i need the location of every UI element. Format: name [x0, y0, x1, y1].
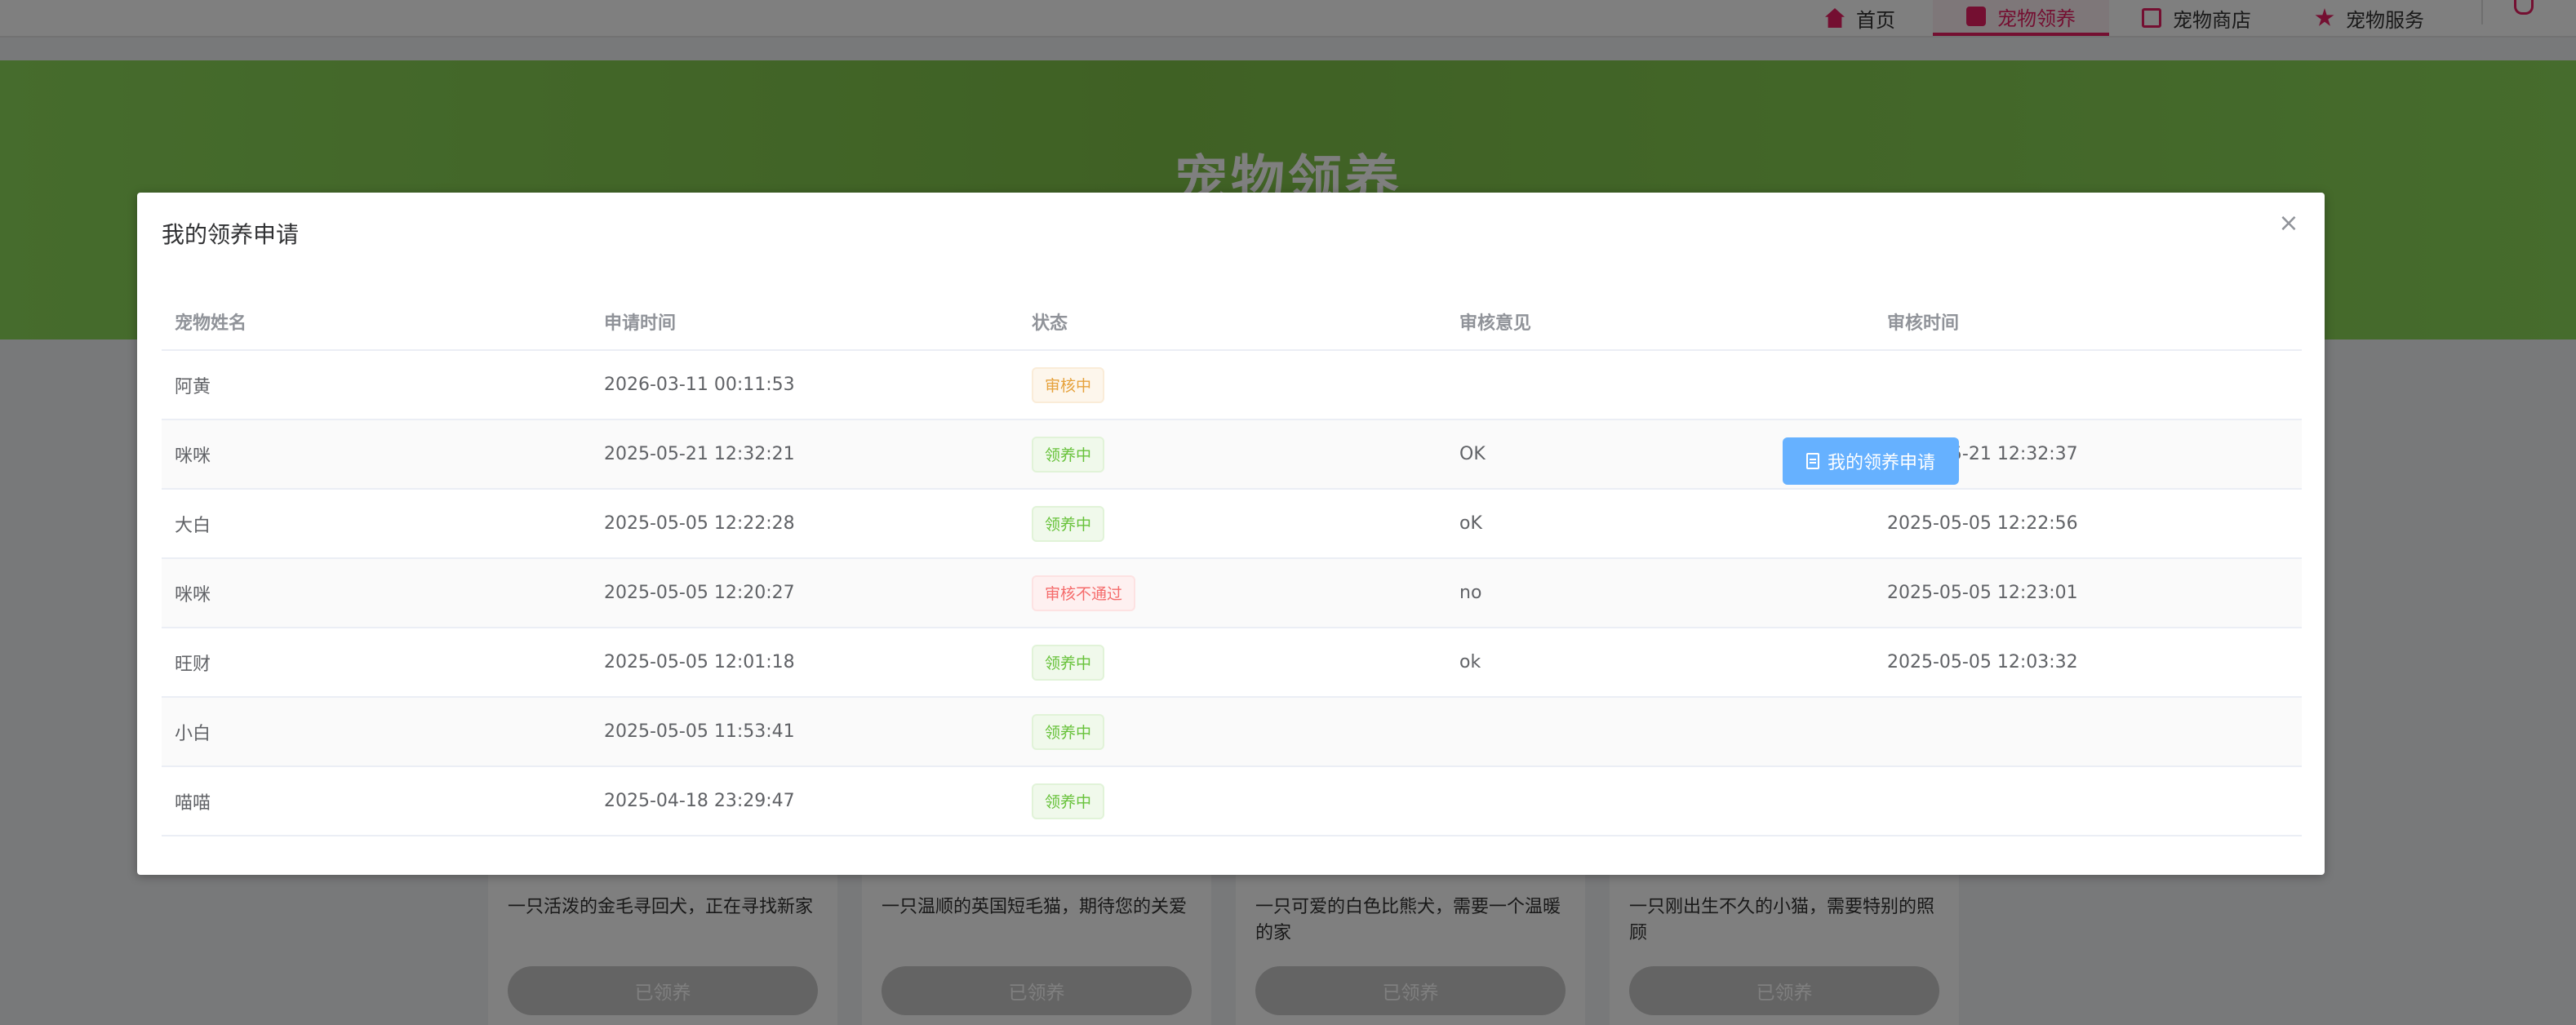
column-header-apply-time[interactable]: 申请时间: [604, 294, 676, 349]
applications-table: 宠物姓名 申请时间 状态 审核意见 审核时间 阿黄 2026-03-11 00:…: [162, 294, 2302, 836]
opinion-cell: OK: [1459, 444, 1486, 464]
close-icon[interactable]: ×: [2277, 211, 2300, 236]
apply-time-cell: 2025-05-05 12:22:28: [604, 513, 795, 534]
adoption-applications-dialog: 我的领养申请 × 宠物姓名 申请时间 状态 审核意见 审核时间 阿黄 2026-…: [137, 193, 2325, 875]
review-time-cell: 2025-05-05 12:03:32: [1887, 652, 2078, 672]
apply-time-cell: 2026-03-11 00:11:53: [604, 375, 795, 395]
table-row[interactable]: 喵喵 2025-04-18 23:29:47 领养中: [162, 767, 2302, 836]
status-badge: 审核不通过: [1032, 575, 1136, 611]
column-header-opinion[interactable]: 审核意见: [1459, 294, 1531, 349]
review-time-cell: 2025-05-05 12:22:56: [1887, 513, 2078, 534]
my-applications-button[interactable]: 我的领养申请: [1783, 437, 1959, 485]
apply-time-cell: 2025-05-21 12:32:21: [604, 444, 795, 464]
table-row[interactable]: 咪咪 2025-05-05 12:20:27 审核不通过 no 2025-05-…: [162, 559, 2302, 628]
table-row[interactable]: 咪咪 2025-05-21 12:32:21 领养中 OK 2025-05-21…: [162, 420, 2302, 490]
document-icon: [1805, 453, 1819, 469]
column-header-pet-name[interactable]: 宠物姓名: [175, 294, 246, 349]
review-time-cell: 2025-05-05 12:23:01: [1887, 583, 2078, 603]
status-badge: 领养中: [1032, 505, 1105, 542]
pet-name-cell: 咪咪: [175, 446, 211, 467]
column-header-review-time[interactable]: 审核时间: [1887, 294, 1959, 349]
pet-name-cell: 大白: [175, 515, 211, 536]
status-badge: 领养中: [1032, 644, 1105, 681]
apply-time-cell: 2025-04-18 23:29:47: [604, 791, 795, 811]
pet-name-cell: 小白: [175, 723, 211, 744]
table-row[interactable]: 阿黄 2026-03-11 00:11:53 审核中: [162, 351, 2302, 420]
column-header-status[interactable]: 状态: [1032, 294, 1068, 349]
table-header: 宠物姓名 申请时间 状态 审核意见 审核时间: [162, 294, 2302, 351]
dialog-title: 我的领养申请: [162, 221, 300, 248]
table-row[interactable]: 旺财 2025-05-05 12:01:18 领养中 ok 2025-05-05…: [162, 628, 2302, 698]
pet-name-cell: 喵喵: [175, 792, 211, 814]
opinion-cell: ok: [1459, 652, 1481, 672]
apply-time-cell: 2025-05-05 11:53:41: [604, 721, 795, 742]
opinion-cell: oK: [1459, 513, 1482, 534]
pet-name-cell: 咪咪: [175, 584, 211, 606]
status-badge: 领养中: [1032, 713, 1105, 750]
opinion-cell: no: [1459, 583, 1482, 603]
status-badge: 领养中: [1032, 783, 1105, 819]
pet-name-cell: 旺财: [175, 654, 211, 675]
apply-time-cell: 2025-05-05 12:01:18: [604, 652, 795, 672]
status-badge: 领养中: [1032, 436, 1105, 473]
apply-time-cell: 2025-05-05 12:20:27: [604, 583, 795, 603]
my-applications-button-label: 我的领养申请: [1827, 453, 1935, 473]
table-row[interactable]: 小白 2025-05-05 11:53:41 领养中: [162, 698, 2302, 767]
status-badge: 审核中: [1032, 366, 1105, 403]
pet-name-cell: 阿黄: [175, 376, 211, 397]
table-row[interactable]: 大白 2025-05-05 12:22:28 领养中 oK 2025-05-05…: [162, 490, 2302, 559]
